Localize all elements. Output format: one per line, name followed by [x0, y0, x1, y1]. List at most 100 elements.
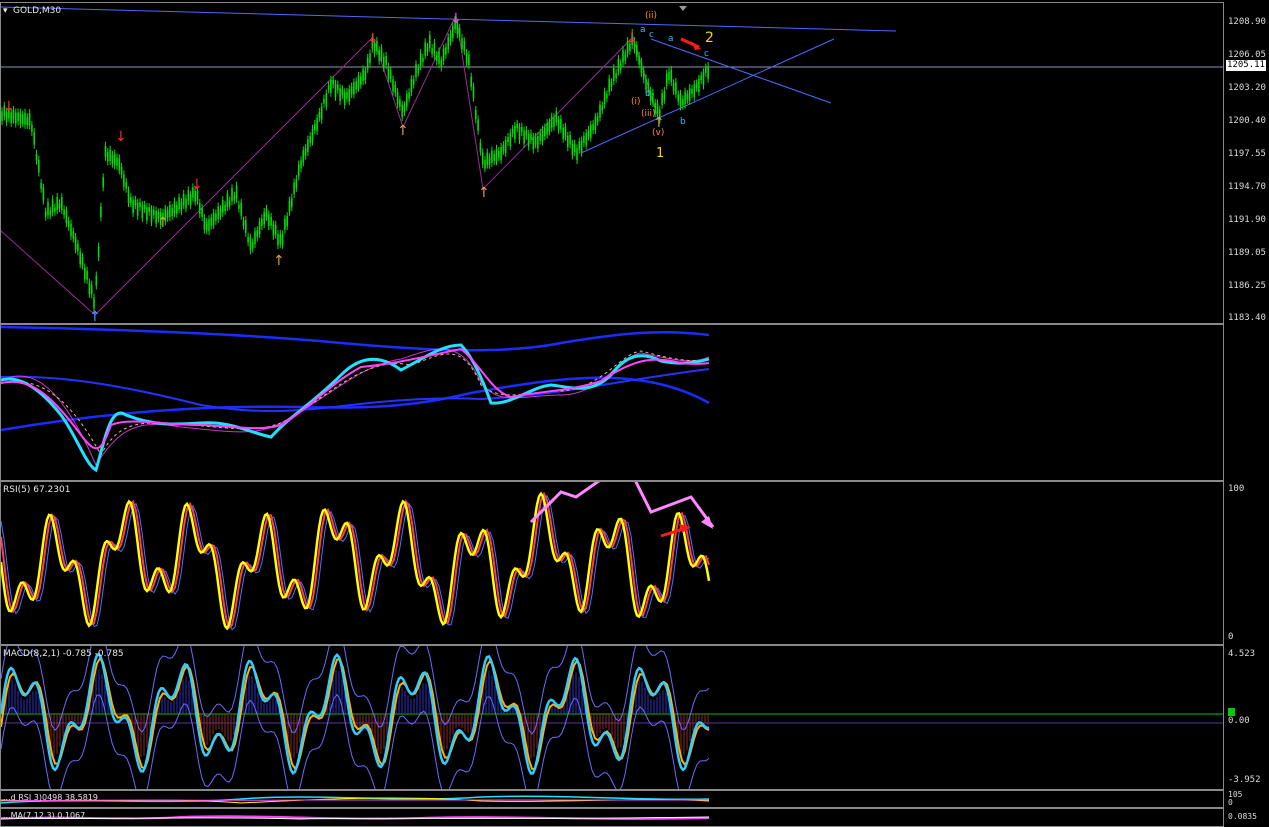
candle-body	[28, 113, 31, 126]
candle-body	[394, 84, 397, 93]
candle-body	[435, 55, 438, 62]
candle-body	[130, 196, 132, 204]
fractal-down-arrow: ↓	[191, 177, 203, 193]
candle-body	[406, 94, 408, 107]
price-tick: 1206.05	[1228, 50, 1266, 60]
moving-average-canvas	[1, 325, 710, 473]
candle-body	[311, 128, 314, 142]
candle-body	[100, 206, 102, 218]
candle-body	[120, 167, 123, 175]
candle-body	[682, 99, 684, 106]
candle-body	[475, 109, 477, 120]
candle-body	[691, 88, 693, 94]
candle-body	[258, 221, 261, 235]
candle-body	[146, 207, 148, 221]
candle-body	[348, 88, 351, 102]
candle-body	[447, 37, 449, 50]
rsi-scale: 100 0	[1224, 481, 1269, 645]
rsi-label: RSI(5) 67.2301	[3, 485, 71, 495]
candle-body	[679, 93, 682, 107]
candle-body	[571, 143, 574, 156]
candle-body	[116, 157, 118, 166]
candle-body	[498, 151, 500, 158]
oscillator-pane[interactable]: ...MA(7,12,3) 0.1067	[0, 808, 1224, 827]
candle-body	[215, 213, 217, 221]
candle-body	[700, 75, 702, 81]
rsi-canvas	[1, 482, 715, 631]
candle-body	[656, 103, 659, 115]
candle-body	[261, 218, 263, 227]
candle-body	[557, 119, 560, 130]
candle-body	[125, 181, 127, 189]
candle-body	[419, 53, 422, 67]
candle-body	[530, 133, 532, 140]
candle-body	[562, 128, 564, 139]
candle-body	[40, 182, 42, 189]
candle-body	[523, 130, 525, 144]
candle-body	[518, 127, 521, 141]
candle-body	[525, 130, 528, 136]
candle-body	[118, 158, 121, 171]
candle-body	[341, 89, 344, 96]
candle-body	[472, 86, 475, 98]
wave-label-a: a	[668, 34, 674, 44]
chart-menu-icon[interactable]: ▾	[3, 6, 8, 16]
moving-average-pane[interactable]	[0, 324, 1224, 481]
candle-body	[449, 33, 452, 42]
price-tick: 1186.25	[1228, 281, 1266, 291]
fractal-up-arrow: ↑	[157, 215, 169, 231]
candle-body	[594, 117, 597, 130]
candle-body	[70, 223, 72, 237]
candle-body	[504, 140, 507, 153]
candle-body	[189, 194, 192, 206]
candle-body	[353, 82, 355, 95]
candle-body	[123, 174, 125, 187]
candle-body	[661, 93, 663, 105]
candle-body	[502, 145, 505, 151]
rsi-pane[interactable]: RSI(5) 67.2301	[0, 481, 1224, 645]
candle-body	[224, 205, 226, 211]
outer-band-upper	[1, 325, 710, 352]
candle-body	[387, 66, 390, 79]
candle-body	[31, 124, 33, 132]
candle-body	[226, 194, 229, 207]
wave-label-c: c	[704, 49, 709, 59]
candle-body	[113, 153, 116, 166]
candle-body	[251, 242, 254, 249]
candle-body	[590, 125, 592, 138]
candle-body	[360, 76, 362, 85]
candle-body	[93, 297, 95, 309]
candle-body	[675, 81, 677, 95]
candle-body	[327, 85, 330, 90]
macd-pane[interactable]: MACD(8,2,1) -0.785 -0.785	[0, 645, 1224, 790]
price-tick: 1183.40	[1228, 313, 1266, 323]
candle-body	[238, 204, 240, 209]
candle-body	[663, 90, 666, 100]
candle-body	[63, 209, 65, 216]
candle-body	[624, 53, 627, 61]
stoch-rsi-pane[interactable]: ...d RSI 3)0498 38.5819	[0, 790, 1224, 808]
candle-body	[235, 185, 238, 199]
candle-body	[148, 207, 150, 212]
oscillator-label: ...MA(7,12,3) 0.1067	[3, 811, 86, 820]
candle-body	[362, 69, 364, 81]
price-scale[interactable]: 1208.90 1206.05 1203.20 1200.40 1197.55 …	[1224, 2, 1269, 324]
candle-body	[573, 143, 576, 153]
candle-body	[507, 137, 509, 142]
candle-body	[173, 201, 176, 214]
candle-body	[169, 205, 171, 218]
candle-body	[270, 216, 272, 226]
price-chart-pane[interactable]: ↓ ↓ ↓ ↓ ↓ ↓ ↑ ↑ ↑ ↑ ↑ ↑ GOLD,M30 ▾ (ii) …	[0, 2, 1224, 324]
candle-body	[560, 119, 562, 130]
candle-body	[534, 137, 537, 145]
fractal-down-arrow: ↓	[3, 99, 15, 115]
macd-min-tick: -3.952	[1228, 775, 1261, 785]
candle-body	[433, 43, 436, 56]
candle-body	[231, 188, 233, 202]
candle-body	[369, 53, 371, 64]
candle-body	[599, 104, 601, 118]
candle-body	[286, 216, 288, 227]
candle-body	[277, 234, 279, 246]
wave-label-2: 2	[705, 30, 714, 46]
stoch-rsi-label: ...d RSI 3)0498 38.5819	[3, 793, 98, 802]
